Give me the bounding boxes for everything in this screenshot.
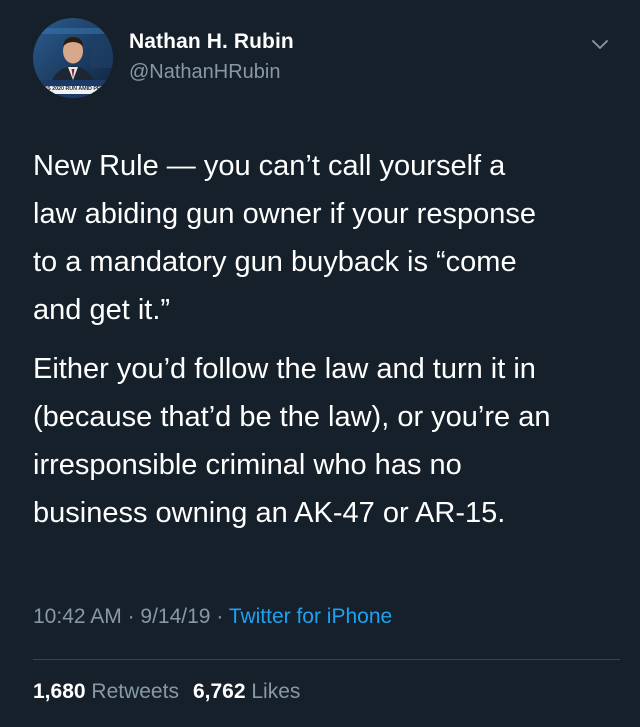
author-handle[interactable]: @NathanHRubin (129, 61, 281, 84)
tweet-stats: 1,680 Retweets 6,762 Likes (33, 680, 300, 704)
tweet-text: New Rule — you can’t call yourself a law… (33, 142, 613, 537)
tweet-line: and get it.” (33, 294, 171, 326)
meta-separator: · (210, 605, 229, 628)
likes-label: Likes (251, 680, 301, 703)
tweet-line: New Rule — you can’t call yourself a (33, 150, 506, 182)
chevron-down-icon[interactable] (588, 32, 612, 56)
author-name[interactable]: Nathan H. Rubin (129, 30, 294, 54)
tweet-line: to a mandatory gun buyback is “come (33, 246, 517, 278)
tweet-date[interactable]: 9/14/19 (140, 605, 210, 628)
likes-stat[interactable]: 6,762 Likes (193, 680, 300, 703)
tweet-line: business owning an AK-47 or AR-15. (33, 497, 506, 529)
tweet-line: law abiding gun owner if your response (33, 198, 536, 230)
tweet-line: (because that’d be the law), or you’re a… (33, 401, 551, 433)
tweet-paragraph-2: Either you’d follow the law and turn it … (33, 345, 613, 537)
tweet-paragraph-1: New Rule — you can’t call yourself a law… (33, 142, 613, 334)
likes-count: 6,762 (192, 680, 246, 703)
avatar[interactable]: XES 2020 RUN AMID PRO (33, 18, 113, 98)
tweet-card: XES 2020 RUN AMID PRO Nathan H. Rubin @N… (0, 0, 640, 727)
retweets-label: Retweets (91, 680, 179, 703)
tweet-metadata: 10:42 AM · 9/14/19 · Twitter for iPhone (33, 605, 392, 629)
tweet-time[interactable]: 10:42 AM (33, 605, 122, 628)
meta-separator: · (121, 605, 141, 628)
tweet-line: Either you’d follow the law and turn it … (33, 353, 536, 385)
retweets-count: 1,680 (33, 680, 86, 703)
divider (33, 659, 620, 660)
avatar-caption: XES 2020 RUN AMID PRO (40, 86, 105, 92)
tweet-line: irresponsible criminal who has no (33, 449, 462, 481)
tweet-source-link[interactable]: Twitter for iPhone (229, 605, 392, 628)
retweets-stat[interactable]: 1,680 Retweets (33, 680, 179, 703)
